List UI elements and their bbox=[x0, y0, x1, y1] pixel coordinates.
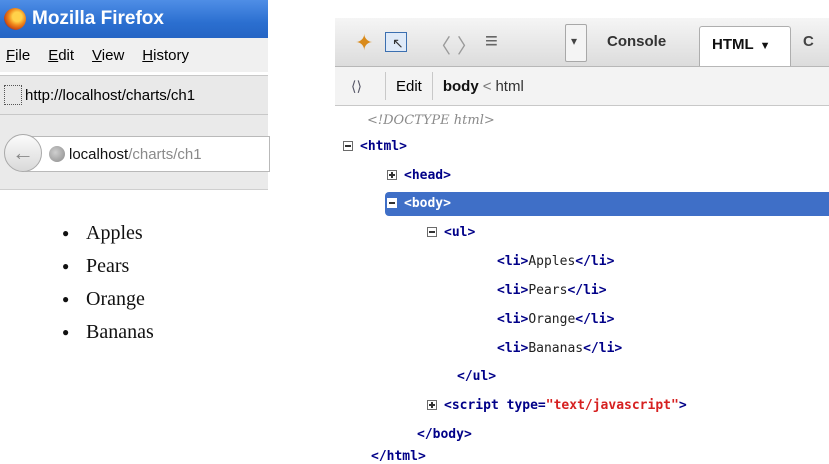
tree-script[interactable]: <script type="text/javascript"> bbox=[427, 394, 687, 418]
window-title: Mozilla Firefox bbox=[32, 8, 164, 29]
tree-ul-close: </ul> bbox=[457, 369, 497, 384]
tree-html[interactable]: <html> bbox=[343, 135, 407, 159]
firefox-titlebar: Mozilla Firefox bbox=[0, 0, 268, 38]
tree-ul[interactable]: <ul> bbox=[427, 221, 475, 245]
tab-strip[interactable]: http://localhost/charts/ch1 bbox=[0, 75, 268, 115]
list-item: Apples bbox=[62, 222, 154, 255]
html-tree: <!DOCTYPE html> <html> <head> <body> <ul… bbox=[335, 107, 829, 464]
fruit-list: Apples Pears Orange Bananas bbox=[60, 222, 154, 354]
dropdown-button[interactable] bbox=[565, 24, 587, 62]
tab-next[interactable]: C bbox=[803, 33, 814, 50]
breadcrumb-html[interactable]: html bbox=[495, 78, 523, 95]
breadcrumb-separator: < bbox=[482, 77, 492, 95]
page-icon bbox=[4, 85, 22, 105]
globe-icon bbox=[49, 146, 65, 162]
tree-doctype: <!DOCTYPE html> bbox=[367, 113, 495, 128]
firebug-bug-icon[interactable]: ✦ bbox=[355, 30, 373, 56]
tab-html-label: HTML bbox=[712, 36, 754, 53]
expand-icon[interactable] bbox=[387, 170, 397, 180]
collapse-icon[interactable] bbox=[343, 141, 353, 151]
back-button[interactable]: ← bbox=[4, 134, 42, 172]
tree-body-close: </body> bbox=[417, 427, 472, 442]
tree-li[interactable]: <li>Apples</li> bbox=[497, 250, 614, 274]
divider bbox=[385, 72, 386, 100]
url-path: /charts/ch1 bbox=[128, 145, 202, 163]
menu-edit[interactable]: Edit bbox=[48, 47, 74, 64]
menu-file[interactable]: File bbox=[6, 47, 30, 64]
edit-icon[interactable]: ⟨⟩ bbox=[351, 74, 375, 98]
firefox-menubar: File Edit View History bbox=[0, 38, 268, 72]
menu-history[interactable]: History bbox=[142, 47, 189, 64]
page-content: Apples Pears Orange Bananas bbox=[60, 222, 154, 354]
tab-console[interactable]: Console bbox=[607, 33, 666, 50]
menu-view[interactable]: View bbox=[92, 47, 124, 64]
forward-arrow-icon[interactable]: 〉 bbox=[457, 30, 477, 59]
list-item: Bananas bbox=[62, 321, 154, 354]
tree-html-close: </html> bbox=[371, 449, 426, 464]
url-host: localhost bbox=[69, 145, 129, 163]
tree-body-selected[interactable]: <body> bbox=[385, 192, 829, 216]
collapse-icon[interactable] bbox=[387, 198, 397, 208]
list-item: Orange bbox=[62, 288, 154, 321]
breadcrumb-body[interactable]: body bbox=[443, 78, 479, 95]
navigation-bar: ← localhost/charts/ch1 bbox=[0, 115, 270, 190]
tree-li[interactable]: <li>Orange</li> bbox=[497, 308, 614, 332]
address-bar[interactable]: localhost/charts/ch1 bbox=[22, 136, 270, 172]
inspect-icon[interactable] bbox=[385, 32, 407, 52]
breadcrumb: ⟨⟩ Edit body < html bbox=[335, 67, 829, 106]
tab-title[interactable]: http://localhost/charts/ch1 bbox=[25, 87, 195, 104]
back-arrow-icon[interactable]: 〈 bbox=[431, 30, 451, 59]
menu-icon[interactable]: ≡ bbox=[485, 28, 498, 54]
firebug-toolbar: ✦ 〈 〉 ≡ Console HTML ▼ C bbox=[335, 18, 829, 67]
expand-icon[interactable] bbox=[427, 400, 437, 410]
collapse-icon[interactable] bbox=[427, 227, 437, 237]
list-item: Pears bbox=[62, 255, 154, 288]
tree-head[interactable]: <head> bbox=[387, 164, 451, 188]
firefox-logo-icon bbox=[4, 8, 26, 30]
divider bbox=[431, 72, 433, 100]
tab-html[interactable]: HTML ▼ bbox=[699, 26, 791, 66]
chevron-down-icon: ▼ bbox=[759, 40, 771, 52]
tree-li[interactable]: <li>Bananas</li> bbox=[497, 337, 622, 361]
edit-button[interactable]: Edit bbox=[396, 78, 422, 95]
tree-li[interactable]: <li>Pears</li> bbox=[497, 279, 607, 303]
